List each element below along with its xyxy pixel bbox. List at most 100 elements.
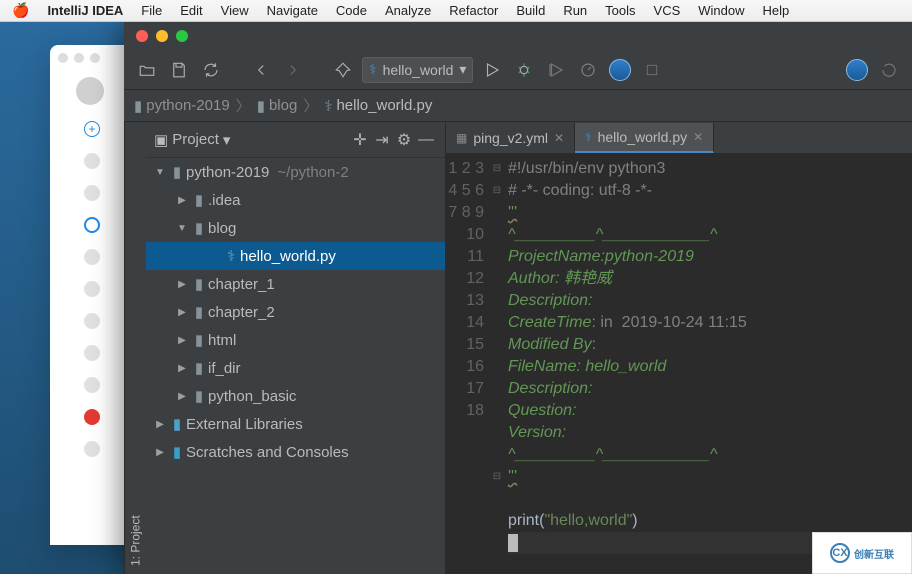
breadcrumb-folder-label: blog xyxy=(269,97,297,114)
code-content[interactable]: #!/usr/bin/env python3 # -*- coding: utf… xyxy=(504,154,912,574)
folder-icon: ▮ xyxy=(190,359,208,377)
menu-help[interactable]: Help xyxy=(763,3,790,18)
gauge2-icon[interactable] xyxy=(844,57,870,83)
project-tab-label: 1: Project xyxy=(129,515,143,566)
tree-label: blog xyxy=(208,220,236,237)
breadcrumb-folder[interactable]: ▮ blog xyxy=(257,97,298,115)
close-tab-icon[interactable]: ✕ xyxy=(554,131,564,145)
menu-tools[interactable]: Tools xyxy=(605,3,635,18)
tree-label: hello_world.py xyxy=(240,248,336,265)
tab-ping-v2[interactable]: ▦ ping_v2.yml ✕ xyxy=(446,123,575,153)
table-icon: ▦ xyxy=(456,131,467,145)
breadcrumb: ▮ python-2019 〉 ▮ blog 〉 ⚕ hello_world.p… xyxy=(124,90,912,122)
tree-node-chapter2[interactable]: ▶ ▮ chapter_2 xyxy=(146,298,445,326)
editor-area: ▦ ping_v2.yml ✕ ⚕ hello_world.py ✕ 1 2 3… xyxy=(446,122,912,574)
settings-button[interactable]: ⚙ xyxy=(393,129,415,151)
breadcrumb-root-label: python-2019 xyxy=(146,97,229,114)
stop-button[interactable] xyxy=(639,57,665,83)
back-button[interactable] xyxy=(248,57,274,83)
tree-node-idea[interactable]: ▶ ▮ .idea xyxy=(146,186,445,214)
breadcrumb-root[interactable]: ▮ python-2019 xyxy=(134,97,230,115)
python-file-icon: ⚕ xyxy=(585,130,592,144)
locate-button[interactable]: ✛ xyxy=(349,129,371,151)
tree-label: Scratches and Consoles xyxy=(186,444,349,461)
menu-edit[interactable]: Edit xyxy=(180,3,202,18)
expand-arrow-icon[interactable]: ▶ xyxy=(174,307,190,318)
menu-view[interactable]: View xyxy=(221,3,249,18)
menu-vcs[interactable]: VCS xyxy=(654,3,681,18)
run-button[interactable] xyxy=(479,57,505,83)
expand-arrow-icon[interactable]: ▼ xyxy=(174,223,190,234)
app-name[interactable]: IntelliJ IDEA xyxy=(47,3,123,18)
sync-button[interactable] xyxy=(198,57,224,83)
folder-icon: ▮ xyxy=(190,387,208,405)
expand-arrow-icon[interactable]: ▼ xyxy=(152,167,168,178)
window-controls[interactable] xyxy=(136,30,188,42)
menu-build[interactable]: Build xyxy=(516,3,545,18)
run-configuration-selector[interactable]: ⚕ hello_world ▾ xyxy=(362,57,473,83)
forward-button[interactable] xyxy=(280,57,306,83)
project-panel: ▣ Project ▾ ✛ ⇥ ⚙ — ▼ ▮ python-2019 ~/py… xyxy=(146,122,446,574)
update-button[interactable] xyxy=(876,57,902,83)
close-tab-icon[interactable]: ✕ xyxy=(693,130,703,144)
tree-node-html[interactable]: ▶ ▮ html xyxy=(146,326,445,354)
ide-window: ⚕ hello_world ▾ ▮ python-2019 〉 ▮ blog 〉… xyxy=(124,22,912,574)
tree-node-ifdir[interactable]: ▶ ▮ if_dir xyxy=(146,354,445,382)
project-view-selector[interactable]: ▣ Project ▾ xyxy=(154,131,230,149)
expand-arrow-icon[interactable]: ▶ xyxy=(152,419,168,430)
save-all-button[interactable] xyxy=(166,57,192,83)
fold-gutter[interactable]: ⊟⊟⊟ xyxy=(490,154,504,574)
menu-analyze[interactable]: Analyze xyxy=(385,3,431,18)
menu-navigate[interactable]: Navigate xyxy=(267,3,318,18)
menu-window[interactable]: Window xyxy=(698,3,744,18)
profile-button[interactable] xyxy=(575,57,601,83)
expand-arrow-icon[interactable]: ▶ xyxy=(174,279,190,290)
open-button[interactable] xyxy=(134,57,160,83)
python-icon: ⚕ xyxy=(369,61,377,78)
code-editor[interactable]: 1 2 3 4 5 6 7 8 9 10 11 12 13 14 15 16 1… xyxy=(446,154,912,574)
expand-arrow-icon[interactable]: ▶ xyxy=(174,335,190,346)
tree-root[interactable]: ▼ ▮ python-2019 ~/python-2 xyxy=(146,158,445,186)
tree-label: if_dir xyxy=(208,360,241,377)
tree-node-hello-world[interactable]: ⚕ hello_world.py xyxy=(146,242,445,270)
tree-label: chapter_1 xyxy=(208,276,275,293)
breadcrumb-file-label: hello_world.py xyxy=(336,97,432,114)
python-file-icon: ⚕ xyxy=(324,97,332,115)
collapse-all-button[interactable]: ⇥ xyxy=(371,129,393,151)
tree-node-blog[interactable]: ▼ ▮ blog xyxy=(146,214,445,242)
watermark-icon: CX xyxy=(830,543,850,563)
build-button[interactable] xyxy=(330,57,356,83)
expand-arrow-icon[interactable]: ▶ xyxy=(174,363,190,374)
tree-root-label: python-2019 xyxy=(186,164,269,181)
tab-label: hello_world.py xyxy=(598,129,688,145)
hide-button[interactable]: — xyxy=(415,129,437,151)
menu-run[interactable]: Run xyxy=(563,3,587,18)
expand-arrow-icon[interactable]: ▶ xyxy=(174,391,190,402)
menu-file[interactable]: File xyxy=(141,3,162,18)
expand-arrow-icon[interactable]: ▶ xyxy=(152,447,168,458)
folder-icon: ▮ xyxy=(257,97,265,115)
menu-refactor[interactable]: Refactor xyxy=(449,3,498,18)
tab-hello-world[interactable]: ⚕ hello_world.py ✕ xyxy=(575,123,714,153)
expand-arrow-icon[interactable]: ▶ xyxy=(174,195,190,206)
gauge-icon[interactable] xyxy=(607,57,633,83)
run-with-coverage-button[interactable] xyxy=(543,57,569,83)
tree-node-pybasic[interactable]: ▶ ▮ python_basic xyxy=(146,382,445,410)
tree-node-chapter1[interactable]: ▶ ▮ chapter_1 xyxy=(146,270,445,298)
tree-node-scratches[interactable]: ▶ ▮ Scratches and Consoles xyxy=(146,438,445,466)
chevron-right-icon: 〉 xyxy=(236,95,251,116)
libraries-icon: ▮ xyxy=(168,415,186,433)
folder-icon: ▮ xyxy=(190,275,208,293)
zoom-window-icon[interactable] xyxy=(176,30,188,42)
folder-icon: ▮ xyxy=(190,331,208,349)
close-window-icon[interactable] xyxy=(136,30,148,42)
project-tool-window-tab[interactable]: 1: Project xyxy=(124,122,146,574)
tree-node-external-libraries[interactable]: ▶ ▮ External Libraries xyxy=(146,410,445,438)
minimize-window-icon[interactable] xyxy=(156,30,168,42)
debug-button[interactable] xyxy=(511,57,537,83)
editor-tabs: ▦ ping_v2.yml ✕ ⚕ hello_world.py ✕ xyxy=(446,122,912,154)
chevron-down-icon: ▾ xyxy=(459,61,466,78)
chevron-right-icon: 〉 xyxy=(303,95,318,116)
breadcrumb-file[interactable]: ⚕ hello_world.py xyxy=(324,97,432,115)
menu-code[interactable]: Code xyxy=(336,3,367,18)
